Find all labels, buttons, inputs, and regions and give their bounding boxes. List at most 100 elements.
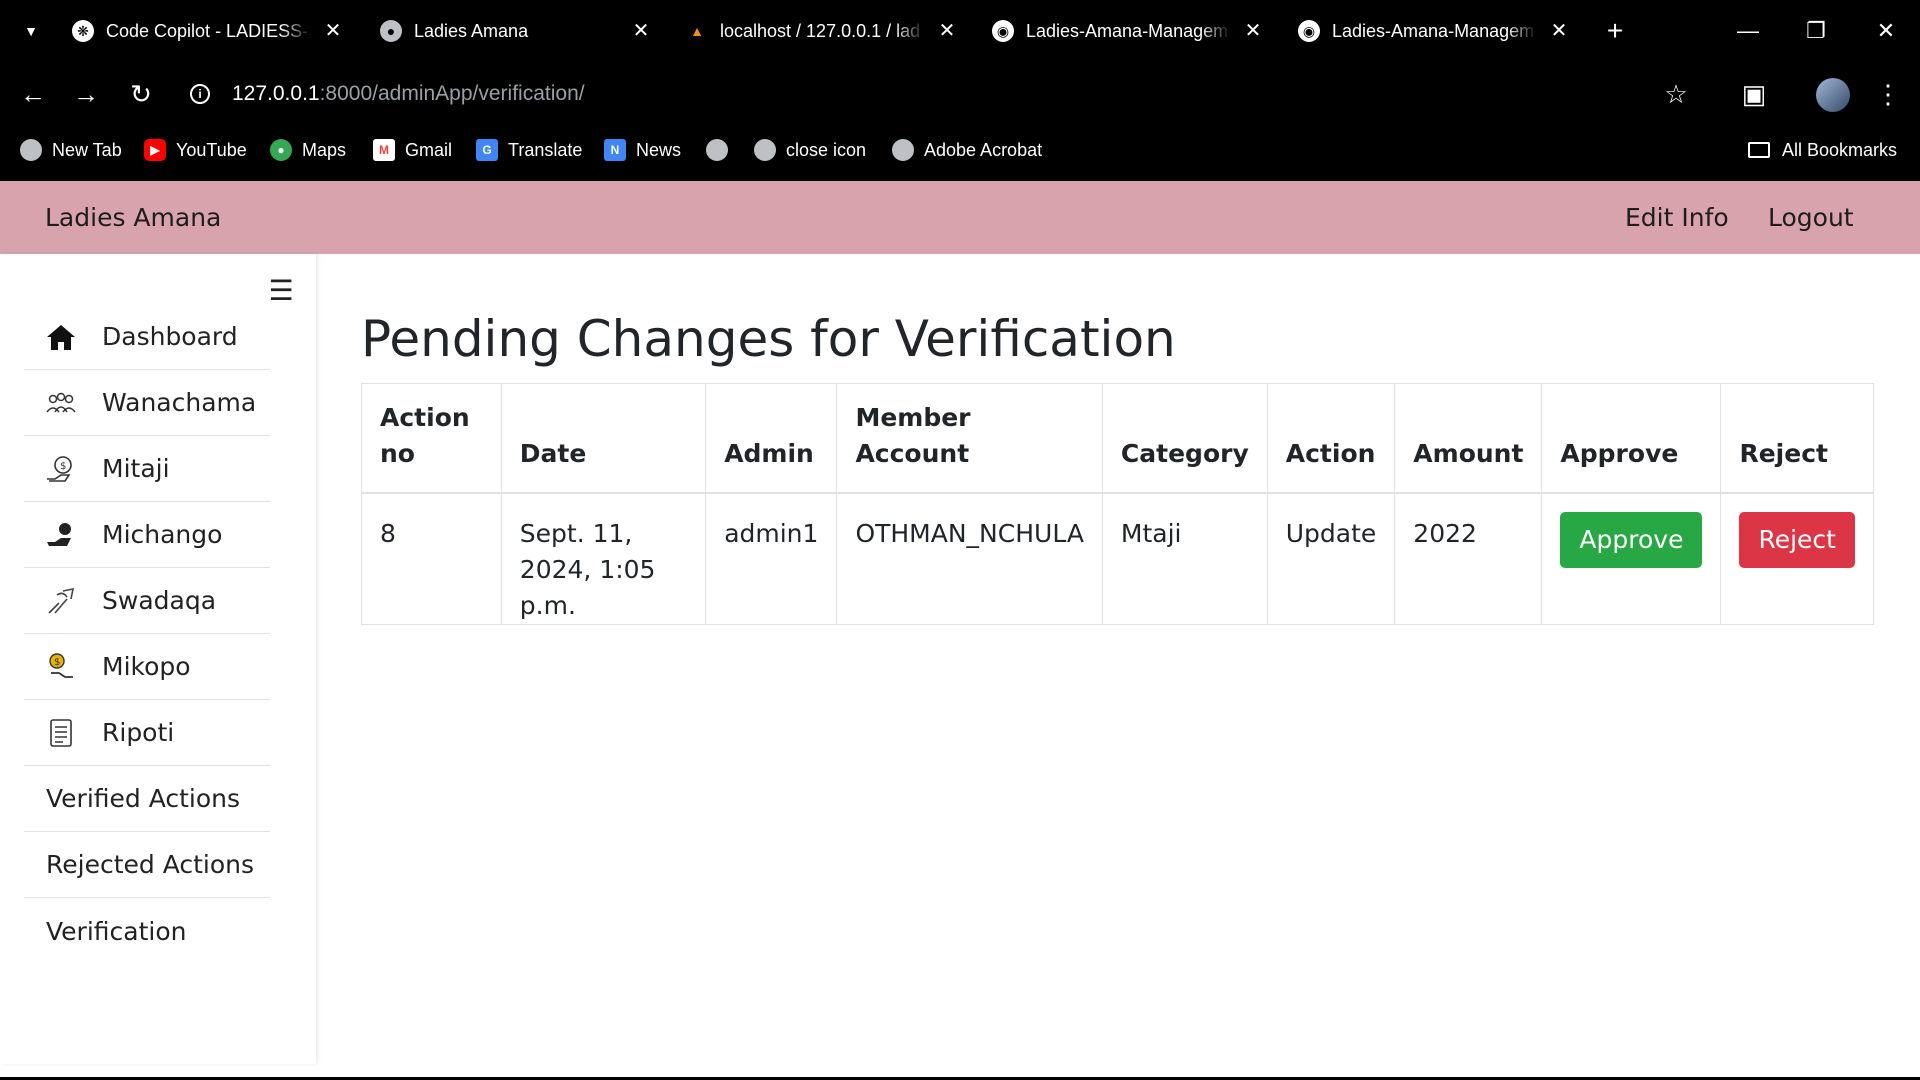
reload-icon[interactable]: ↻ [123, 76, 159, 112]
tab-close-icon[interactable]: ✕ [316, 14, 350, 48]
tab-github-1[interactable]: ◉ Ladies-Amana-Managem ✕ [992, 14, 1270, 48]
bookmark-maps[interactable]: ● Maps [270, 136, 346, 164]
bookmark-translate[interactable]: G Translate [476, 136, 582, 164]
sidebar-item-verified-actions[interactable]: Verified Actions [24, 766, 270, 832]
bookmark-news[interactable]: N News [604, 136, 681, 164]
tab-title: Ladies-Amana-Managem [1332, 20, 1535, 41]
sidebar-item-wanachama[interactable]: Wanachama [24, 370, 270, 436]
sidebar-item-label: Verified Actions [46, 784, 241, 813]
column-header: Admin [705, 383, 838, 494]
capital-icon: $ [44, 452, 78, 486]
bookmark-new-tab[interactable]: New Tab [20, 136, 122, 164]
extensions-icon[interactable]: ▣ [1736, 76, 1772, 112]
bookmark-label: Adobe Acrobat [924, 139, 1043, 160]
maps-pin-icon: ● [270, 139, 292, 161]
pending-changes-table: Action no Date Admin Member Account Cate… [361, 383, 1874, 625]
report-icon [44, 716, 78, 750]
loans-icon: $ [44, 650, 78, 684]
url-field[interactable]: i 127.0.0.1:8000/adminApp/verification/ [190, 76, 585, 112]
forward-arrow-icon[interactable]: → [68, 76, 104, 112]
sidebar-item-michango[interactable]: Michango [24, 502, 270, 568]
bookmark-gmail[interactable]: M Gmail [373, 136, 452, 164]
app-navbar: Ladies Amana Edit Info Logout [0, 181, 1920, 254]
svg-text:$: $ [60, 461, 66, 472]
tab-close-icon[interactable]: ✕ [624, 14, 658, 48]
tab-close-icon[interactable]: ✕ [1542, 14, 1576, 48]
url-path: :8000/adminApp/verification/ [319, 82, 585, 105]
sidebar-item-ripoti[interactable]: Ripoti [24, 700, 270, 766]
bookmark-unnamed[interactable] [706, 136, 738, 164]
minimize-icon[interactable]: — [1728, 14, 1768, 48]
folder-icon [1748, 142, 1770, 158]
globe-icon [20, 139, 42, 161]
bookmark-label: New Tab [52, 139, 122, 160]
globe-icon [892, 139, 914, 161]
sidebar-item-mitaji[interactable]: $ Mitaji [24, 436, 270, 502]
bookmarks-bar: New Tab ▶ YouTube ● Maps M Gmail G Trans… [0, 128, 1920, 172]
phpmyadmin-icon: ▲ [690, 23, 704, 39]
tab-phpmyadmin[interactable]: ▲ localhost / 127.0.0.1 / lad ✕ [686, 14, 964, 48]
github-icon: ◉ [1298, 20, 1320, 42]
cell-amount: 2022 [1394, 492, 1543, 625]
back-arrow-icon[interactable]: ← [15, 76, 51, 112]
copilot-icon: ❋ [72, 20, 94, 42]
sidebar-item-mikopo[interactable]: $ Mikopo [24, 634, 270, 700]
column-header: Amount [1394, 383, 1543, 494]
sidebar-item-rejected-actions[interactable]: Rejected Actions [24, 832, 270, 898]
tab-title: Ladies-Amana-Managem [1026, 20, 1229, 41]
cell-category: Mtaji [1101, 492, 1268, 625]
column-header: Approve [1541, 383, 1722, 494]
column-header: Member Account [836, 383, 1103, 494]
charity-icon [44, 584, 78, 618]
logout-link[interactable]: Logout [1768, 203, 1854, 232]
cell-action: Update [1266, 492, 1396, 625]
sidebar-item-swadaqa[interactable]: Swadaqa [24, 568, 270, 634]
sidebar: ☰ Dashboard Wanachama $ Mitaji Michango … [0, 254, 316, 1064]
table-row: 8 Sept. 11, 2024, 1:05 p.m. admin1 OTHMA… [361, 492, 1874, 625]
restore-icon[interactable]: ❐ [1796, 14, 1836, 48]
tab-close-icon[interactable]: ✕ [1236, 14, 1270, 48]
bookmark-close-icon[interactable]: close icon [754, 136, 866, 164]
globe-icon: ● [380, 20, 402, 42]
table-header-row: Action no Date Admin Member Account Cate… [361, 383, 1874, 494]
bookmark-adobe-acrobat[interactable]: Adobe Acrobat [892, 136, 1042, 164]
kebab-menu-icon[interactable]: ⋮ [1870, 76, 1906, 112]
bookmark-star-icon[interactable]: ☆ [1658, 76, 1694, 112]
sidebar-item-label: Rejected Actions [46, 850, 255, 879]
tab-ladies-amana[interactable]: ● Ladies Amana ✕ [380, 14, 658, 48]
sidebar-item-verification[interactable]: Verification [24, 898, 270, 964]
all-bookmarks-folder[interactable]: All Bookmarks [1748, 136, 1897, 164]
cell-admin: admin1 [705, 492, 838, 625]
gmail-icon: M [373, 139, 395, 161]
tab-close-icon[interactable]: ✕ [930, 14, 964, 48]
home-icon [44, 320, 78, 354]
reject-button[interactable]: Reject [1739, 511, 1855, 568]
edit-info-link[interactable]: Edit Info [1625, 203, 1729, 232]
brand-link[interactable]: Ladies Amana [45, 203, 221, 232]
column-header: Action [1266, 383, 1396, 494]
sidebar-item-dashboard[interactable]: Dashboard [24, 304, 270, 370]
column-header: Category [1101, 383, 1268, 494]
approve-button[interactable]: Approve [1560, 511, 1703, 568]
window-close-icon[interactable]: ✕ [1866, 14, 1906, 48]
globe-icon [706, 139, 728, 161]
hamburger-menu-icon[interactable]: ☰ [266, 276, 296, 306]
tab-title: localhost / 127.0.0.1 / lad [720, 20, 921, 41]
contributions-icon [44, 518, 78, 552]
bookmark-youtube[interactable]: ▶ YouTube [144, 136, 247, 164]
profile-avatar[interactable] [1816, 78, 1850, 112]
translate-icon: G [476, 139, 498, 161]
cell-action-no: 8 [361, 492, 502, 625]
cell-approve: Approve [1541, 492, 1722, 625]
new-tab-plus-icon[interactable]: + [1598, 14, 1632, 48]
bookmark-label: close icon [786, 139, 867, 160]
tab-github-2[interactable]: ◉ Ladies-Amana-Managem ✕ [1298, 14, 1576, 48]
tab-code-copilot[interactable]: ❋ Code Copilot - LADIESS-S ✕ [72, 14, 350, 48]
page-title: Pending Changes for Verification [361, 310, 1176, 368]
bookmark-label: Maps [302, 139, 347, 160]
tab-search-chevron-icon[interactable]: ▼ [18, 18, 44, 44]
sidebar-item-label: Ripoti [102, 718, 175, 747]
site-info-icon[interactable]: i [190, 84, 210, 104]
news-icon: N [604, 139, 626, 161]
tab-bar: ▼ ❋ Code Copilot - LADIESS-S ✕ ● Ladies … [0, 0, 1920, 62]
